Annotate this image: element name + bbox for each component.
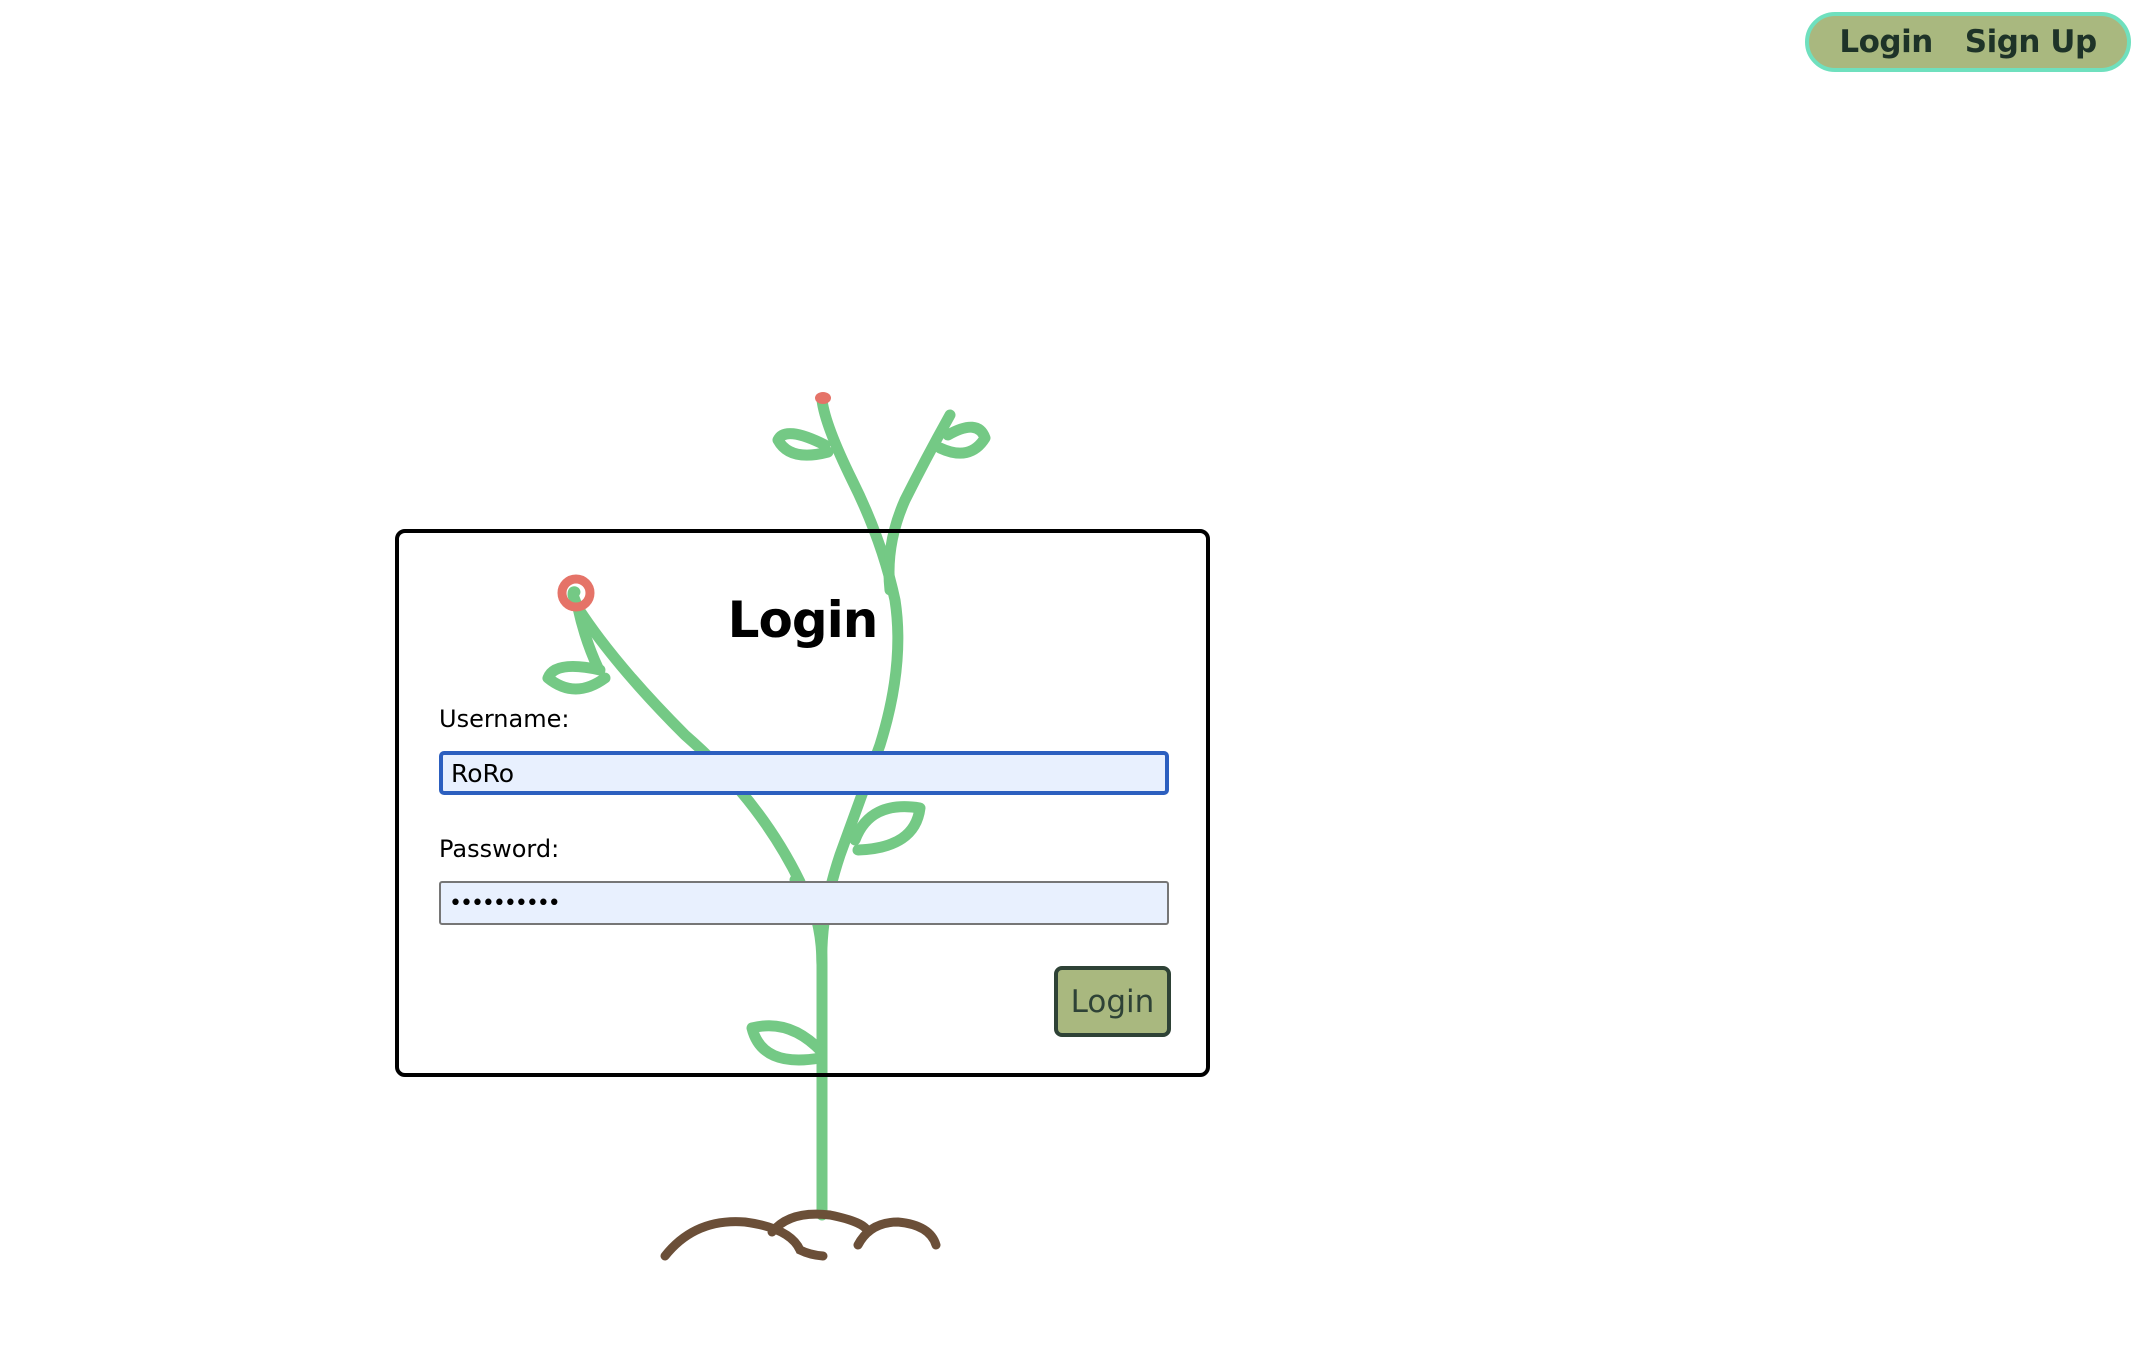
soil-mound-left — [660, 1217, 828, 1261]
login-submit-button[interactable]: Login — [1054, 966, 1171, 1037]
plant-leaf-1 — [772, 428, 834, 461]
login-page: Login Sign Up Login Username: Password: … — [0, 0, 2148, 1350]
username-label: Username: — [439, 705, 570, 733]
login-title: Login — [727, 591, 879, 649]
soil-mound-right — [853, 1217, 941, 1250]
login-form: Login Username: Password: Login — [395, 529, 1210, 1077]
plant-leaf-2 — [934, 421, 991, 459]
nav-login-link[interactable]: Login — [1839, 24, 1933, 60]
soil-mound-middle — [767, 1209, 873, 1237]
top-nav: Login Sign Up — [1805, 12, 2131, 72]
nav-signup-link[interactable]: Sign Up — [1965, 24, 2097, 60]
password-label: Password: — [439, 835, 560, 863]
password-input[interactable] — [439, 881, 1169, 925]
username-input[interactable] — [439, 751, 1169, 795]
plant-top-bud — [815, 392, 831, 404]
